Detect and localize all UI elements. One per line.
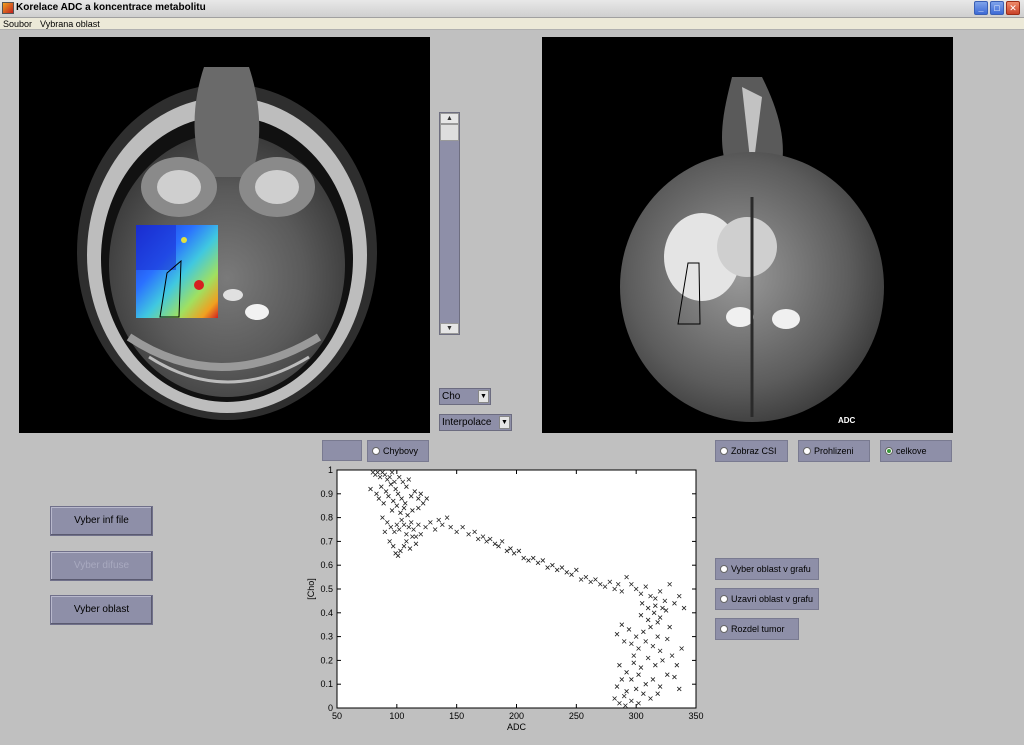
- y-tick-label: 0.6: [320, 560, 333, 570]
- x-tick-label: 250: [569, 711, 584, 721]
- maximize-icon[interactable]: □: [990, 1, 1004, 15]
- y-tick-label: 0.1: [320, 679, 333, 689]
- x-tick-label: 350: [688, 711, 703, 721]
- interpolation-select-value: Interpolace: [442, 417, 492, 428]
- vyber-oblast-button[interactable]: Vyber oblast: [50, 595, 153, 625]
- window-title: Korelace ADC a koncentrace metabolitu: [16, 2, 206, 13]
- radio-icon: [720, 595, 728, 603]
- x-axis-label: ADC: [507, 722, 527, 732]
- y-tick-label: 0.2: [320, 655, 333, 665]
- slice-scrollbar[interactable]: ▲ ▼: [439, 112, 460, 335]
- radio-icon: [372, 447, 380, 455]
- uzavri-oblast-v-grafu-label: Uzavri oblast v grafu: [731, 594, 814, 604]
- y-tick-label: 0.5: [320, 584, 333, 594]
- vyber-oblast-v-grafu-radio[interactable]: Vyber oblast v grafu: [715, 558, 819, 580]
- window-controls: _ □ ✕: [974, 1, 1020, 15]
- chybovy-label: Chybovy: [383, 446, 419, 456]
- metabolite-select[interactable]: Cho ▼: [439, 388, 491, 405]
- y-tick-label: 1: [328, 465, 333, 475]
- chybovy-radio[interactable]: Chybovy: [367, 440, 429, 462]
- x-tick-label: 50: [332, 711, 342, 721]
- menu-bar: Soubor Vybrana oblast: [0, 18, 1024, 30]
- prohlizeni-radio[interactable]: Prohlizeni: [798, 440, 870, 462]
- interpolation-select[interactable]: Interpolace ▼: [439, 414, 512, 431]
- radio-icon: [720, 447, 728, 455]
- zobraz-csi-radio[interactable]: Zobraz CSI: [715, 440, 788, 462]
- y-tick-label: 0.3: [320, 632, 333, 642]
- rozdel-tumor-label: Rozdel tumor: [731, 624, 785, 634]
- x-tick-label: 200: [509, 711, 524, 721]
- x-tick-label: 150: [449, 711, 464, 721]
- app-icon: [2, 2, 14, 14]
- y-axis-label: [Cho]: [306, 578, 316, 600]
- scroll-up-icon[interactable]: ▲: [440, 113, 459, 124]
- close-icon[interactable]: ✕: [1006, 1, 1020, 15]
- adc-label: ADC: [838, 416, 856, 425]
- radio-selected-icon: [885, 447, 893, 455]
- vyber-inf-file-button[interactable]: Vyber inf file: [50, 506, 153, 536]
- t2-brain-image: [77, 67, 377, 420]
- prohlizeni-label: Prohlizeni: [814, 446, 854, 456]
- title-bar: Korelace ADC a koncentrace metabolitu _ …: [0, 0, 1024, 18]
- celkove-radio[interactable]: celkove: [880, 440, 952, 462]
- t2-image-panel[interactable]: [19, 37, 430, 433]
- y-tick-label: 0.8: [320, 513, 333, 523]
- radio-icon: [803, 447, 811, 455]
- uzavri-oblast-v-grafu-radio[interactable]: Uzavri oblast v grafu: [715, 588, 819, 610]
- adc-image-panel[interactable]: ADC: [542, 37, 953, 433]
- y-tick-label: 0: [328, 703, 333, 713]
- chevron-down-icon[interactable]: ▼: [499, 416, 510, 429]
- y-tick-label: 0.4: [320, 608, 333, 618]
- chevron-down-icon[interactable]: ▼: [478, 390, 489, 403]
- x-tick-label: 300: [629, 711, 644, 721]
- radio-icon: [720, 625, 728, 633]
- y-tick-label: 0.7: [320, 536, 333, 546]
- scroll-down-icon[interactable]: ▼: [440, 323, 459, 334]
- rozdel-tumor-radio[interactable]: Rozdel tumor: [715, 618, 799, 640]
- metabolite-select-value: Cho: [442, 391, 461, 402]
- blank-button[interactable]: [322, 440, 362, 461]
- scroll-thumb[interactable]: [440, 124, 459, 141]
- y-tick-label: 0.9: [320, 489, 333, 499]
- plot-area: [336, 469, 697, 709]
- minimize-icon[interactable]: _: [974, 1, 988, 15]
- menu-vybrana-oblast[interactable]: Vybrana oblast: [40, 18, 100, 29]
- vyber-oblast-v-grafu-label: Vyber oblast v grafu: [731, 564, 811, 574]
- celkove-label: celkove: [896, 446, 927, 456]
- menu-soubor[interactable]: Soubor: [3, 18, 32, 29]
- adc-cho-scatter-plot[interactable]: 50 100 150 200 250 300 350 0 0.1 0.2 0.3 0.4 0.5 0.6 0…: [300, 462, 720, 734]
- vyber-difuse-button[interactable]: Vyber difuse: [50, 551, 153, 581]
- adc-brain-image: ADC: [620, 77, 884, 425]
- zobraz-csi-label: Zobraz CSI: [731, 446, 777, 456]
- radio-icon: [720, 565, 728, 573]
- x-tick-label: 100: [389, 711, 404, 721]
